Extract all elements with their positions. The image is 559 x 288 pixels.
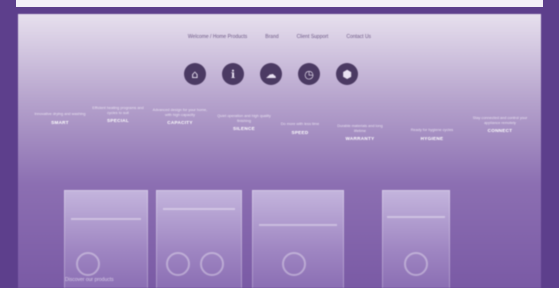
shelf-shape: [259, 224, 337, 226]
shelf-shape: [162, 208, 236, 210]
feature-row: Innovative drying and washing SMART Effi…: [32, 102, 532, 182]
product-card[interactable]: [252, 190, 344, 288]
appliance-drum-shape: [404, 252, 428, 276]
nav-item-support[interactable]: Client Support: [297, 34, 329, 40]
feature-warranty: Durable materials and long lifetime WARR…: [337, 124, 383, 142]
brand-icon[interactable]: ⬢: [336, 63, 358, 85]
feature-capacity: Advanced design for your home, with high…: [152, 108, 208, 126]
nav-item-brand[interactable]: Brand: [265, 34, 278, 40]
feature-speed: Do more with less time SPEED: [280, 122, 320, 135]
website-screenshot: Welcome / Home Products Brand Client Sup…: [18, 14, 541, 288]
product-card[interactable]: [64, 190, 148, 288]
info-icon[interactable]: ℹ: [222, 63, 244, 85]
products-caption: Discover our products: [65, 277, 114, 283]
appliance-drum-shape: [76, 252, 100, 276]
icon-row: ⌂ ℹ ☁ ◷ ⬢: [184, 63, 358, 85]
feature-special: Efficient heating programs and cycles to…: [92, 106, 144, 124]
cloud-icon[interactable]: ☁: [260, 63, 282, 85]
feature-smart: Innovative drying and washing SMART: [34, 112, 86, 125]
product-card[interactable]: [382, 190, 450, 288]
product-cards: [64, 190, 464, 288]
appliance-drum-shape: [200, 252, 224, 276]
feature-silence: Quiet operation and high quality finishi…: [217, 114, 271, 132]
shelf-shape: [70, 218, 142, 220]
home-icon[interactable]: ⌂: [184, 63, 206, 85]
appliance-drum-shape: [282, 252, 306, 276]
feature-connect: Stay connected and control your applianc…: [472, 116, 528, 134]
shelf-shape: [387, 216, 445, 218]
product-card[interactable]: [156, 190, 242, 288]
top-navigation: Welcome / Home Products Brand Client Sup…: [18, 34, 541, 40]
timer-icon[interactable]: ◷: [298, 63, 320, 85]
nav-item-home[interactable]: Welcome / Home Products: [188, 34, 247, 40]
top-strip: [16, 0, 543, 7]
appliance-drum-shape: [166, 252, 190, 276]
feature-hygiene: Ready for hygiene cycles HYGIENE: [410, 128, 454, 141]
nav-item-contact[interactable]: Contact Us: [346, 34, 371, 40]
